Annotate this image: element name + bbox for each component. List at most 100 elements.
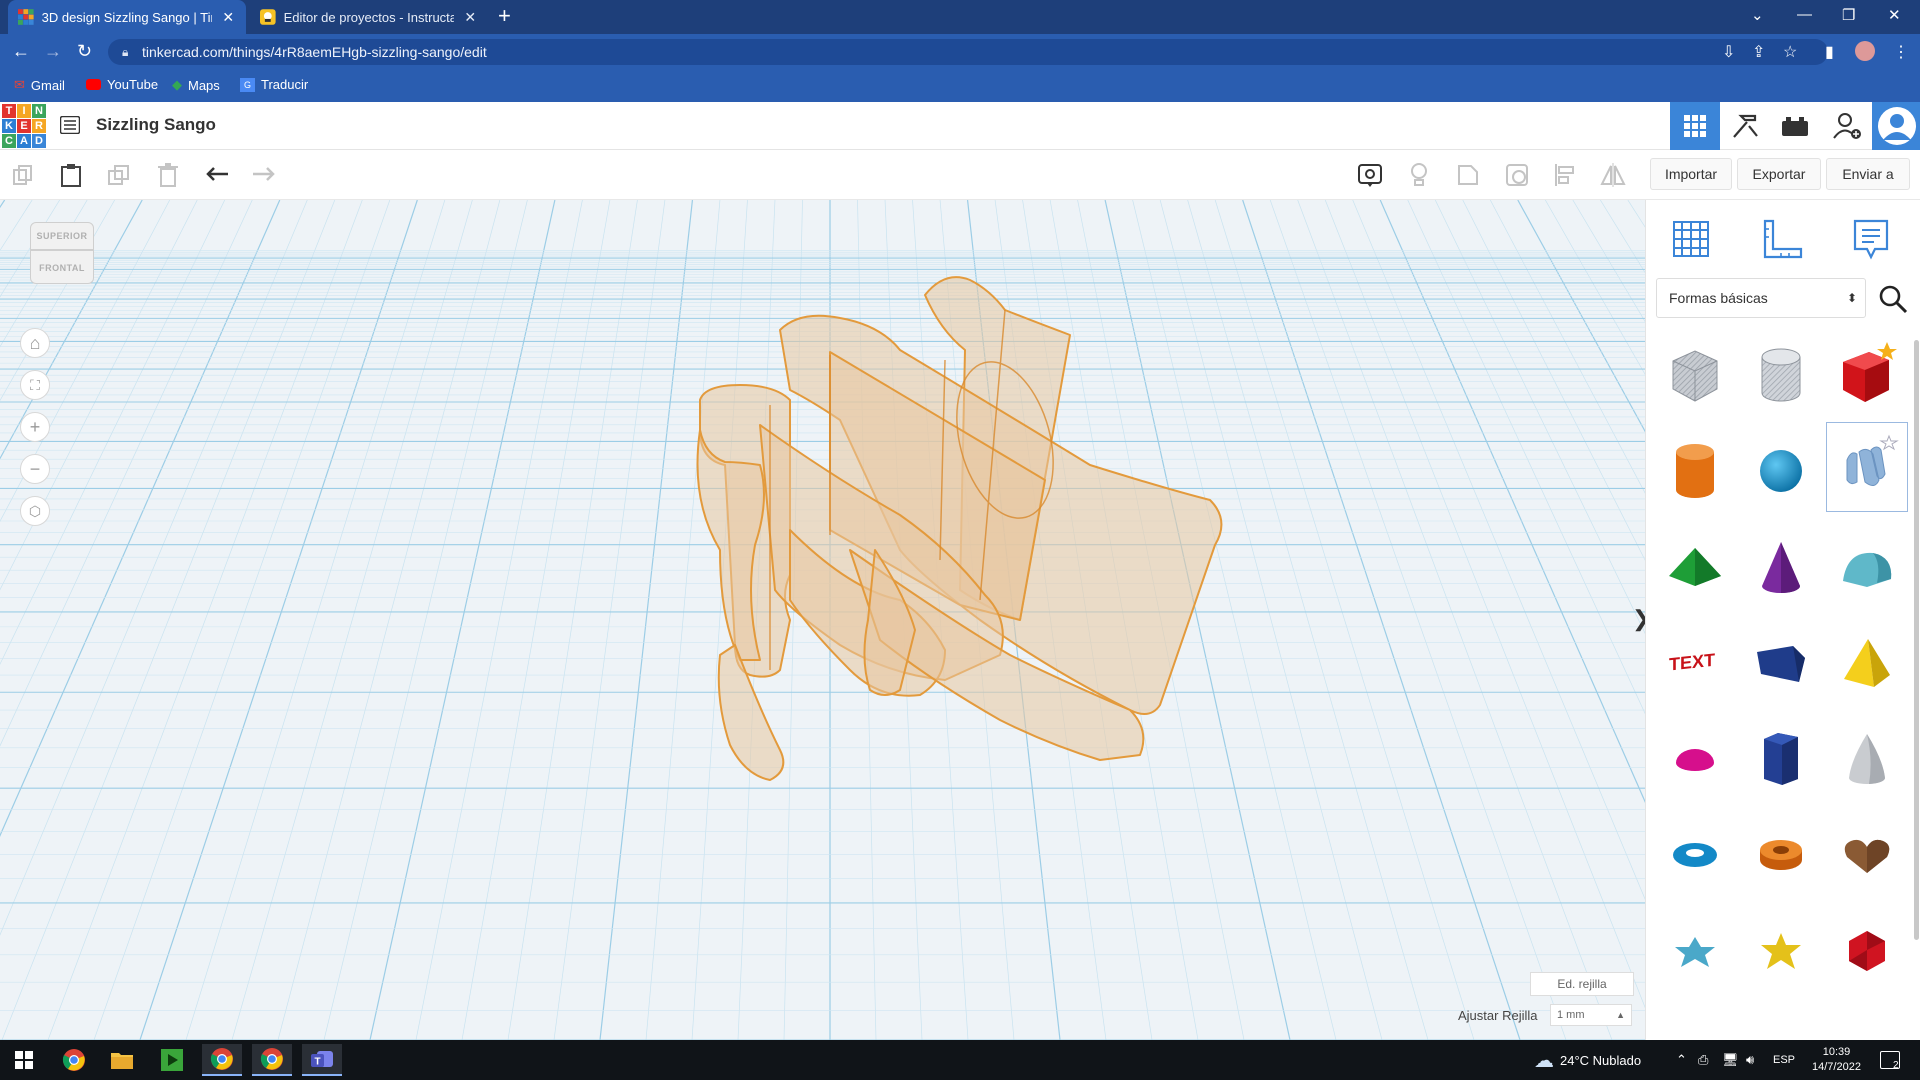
shape-round-roof[interactable] xyxy=(1826,522,1908,612)
side-panel-icon[interactable]: ▮ xyxy=(1825,42,1834,62)
notes-tool-tab[interactable] xyxy=(1846,214,1896,264)
restore-icon[interactable]: ❐ xyxy=(1842,6,1855,24)
chevron-down-icon[interactable]: ⌄ xyxy=(1751,6,1764,24)
share-icon[interactable]: ⇪ xyxy=(1752,42,1765,62)
shape-heart[interactable] xyxy=(1826,810,1908,900)
bookmark-star-icon[interactable]: ☆ xyxy=(1783,42,1797,62)
view-cube[interactable]: SUPERIOR FRONTAL xyxy=(30,222,96,302)
lightbulb-icon[interactable] xyxy=(1406,162,1432,188)
copy-icon[interactable] xyxy=(10,162,36,188)
tray-chevron-up-icon[interactable]: ⌃ xyxy=(1676,1040,1687,1080)
blocks-tools-button[interactable] xyxy=(1720,102,1770,150)
shape-magenta-half-sphere[interactable] xyxy=(1654,714,1736,804)
workplane-canvas[interactable]: SUPERIOR FRONTAL ⌂ ⛶ + − ⬡ ❯ Ed. rejilla… xyxy=(0,200,1645,1040)
tab-tinkercad[interactable]: 3D design Sizzling Sango | Tinkercad ✕ xyxy=(8,0,246,34)
chrome-app-icon[interactable] xyxy=(54,1044,94,1076)
search-icon[interactable] xyxy=(1878,284,1908,314)
bookmark-maps[interactable]: ◆ Maps xyxy=(172,77,220,93)
design-title[interactable]: Sizzling Sango xyxy=(96,115,216,135)
profile-avatar-icon[interactable] xyxy=(1855,41,1875,61)
shape-wave[interactable] xyxy=(1826,422,1908,512)
shape-blue-wedge[interactable] xyxy=(1740,618,1822,708)
install-app-icon[interactable]: ⇩ xyxy=(1722,42,1735,62)
shape-red-icosahedron[interactable] xyxy=(1826,906,1908,996)
bookmark-youtube[interactable]: YouTube xyxy=(86,77,158,92)
grid-view-button[interactable] xyxy=(1670,102,1720,150)
file-explorer-icon[interactable] xyxy=(102,1044,142,1076)
shape-text[interactable]: TEXT xyxy=(1654,618,1736,708)
bricks-button[interactable] xyxy=(1770,102,1820,150)
duplicate-icon[interactable] xyxy=(106,162,132,188)
delete-trash-icon[interactable] xyxy=(155,162,181,188)
shape-tube[interactable] xyxy=(1740,810,1822,900)
solid-shape-icon[interactable] xyxy=(1455,162,1481,188)
zoom-out-icon[interactable]: − xyxy=(20,454,50,484)
edit-grid-button[interactable]: Ed. rejilla xyxy=(1530,972,1634,996)
forward-arrow-icon[interactable]: → xyxy=(44,41,62,62)
tinkercad-logo[interactable]: TIN KER CAD xyxy=(2,104,46,148)
hole-shape-icon[interactable] xyxy=(1504,162,1530,188)
shape-blue-polygon[interactable] xyxy=(1740,714,1822,804)
mirror-icon[interactable] xyxy=(1600,162,1626,188)
workplane-tool-tab[interactable] xyxy=(1666,214,1716,264)
collapse-panel-chevron-icon[interactable]: ❯ xyxy=(1632,606,1645,632)
windows-start-icon[interactable] xyxy=(4,1044,44,1076)
shape-blue-sphere[interactable] xyxy=(1740,426,1822,516)
shape-torus[interactable] xyxy=(1654,810,1736,900)
view-cube-front[interactable]: FRONTAL xyxy=(30,250,94,284)
notes-toggle-icon[interactable] xyxy=(1357,162,1383,188)
shape-striped-box[interactable] xyxy=(1654,330,1736,420)
meet-now-icon[interactable]: ⎙ xyxy=(1698,1040,1708,1080)
reload-icon[interactable]: ↻ xyxy=(77,41,92,62)
chrome-window-icon[interactable] xyxy=(202,1044,242,1076)
view-cube-top[interactable]: SUPERIOR xyxy=(30,222,94,250)
fit-view-icon[interactable]: ⛶ xyxy=(20,370,50,400)
shape-library-select[interactable]: Formas básicas ⬍ xyxy=(1656,278,1866,318)
perspective-toggle-icon[interactable]: ⬡ xyxy=(20,496,50,526)
invite-user-button[interactable] xyxy=(1822,102,1872,150)
shapes-scrollbar[interactable] xyxy=(1914,340,1919,940)
design-shape-wave[interactable] xyxy=(0,200,1645,1040)
shape-orange-cylinder[interactable] xyxy=(1654,426,1736,516)
media-player-icon[interactable] xyxy=(152,1044,192,1076)
volume-icon[interactable]: 🔊︎ xyxy=(1746,1040,1754,1080)
design-list-icon[interactable] xyxy=(60,116,80,134)
shape-yellow-pyramid[interactable] xyxy=(1826,618,1908,708)
redo-icon[interactable] xyxy=(250,162,276,188)
minimize-icon[interactable]: — xyxy=(1797,6,1812,23)
align-icon[interactable] xyxy=(1552,162,1578,188)
clock[interactable]: 10:39 14/7/2022 xyxy=(1812,1040,1861,1080)
shape-yellow-star[interactable] xyxy=(1740,906,1822,996)
browser-menu-icon[interactable]: ⋮ xyxy=(1893,42,1909,62)
zoom-in-icon[interactable]: + xyxy=(20,412,50,442)
network-icon[interactable]: 🖥︎ xyxy=(1722,1040,1739,1080)
export-button[interactable]: Exportar xyxy=(1737,158,1821,190)
close-window-icon[interactable]: ✕ xyxy=(1888,6,1901,24)
chrome-profile-window-icon[interactable] xyxy=(252,1044,292,1076)
send-to-button[interactable]: Enviar a xyxy=(1826,158,1910,190)
close-tab-icon[interactable]: ✕ xyxy=(462,9,478,26)
shape-striped-cylinder[interactable] xyxy=(1740,330,1822,420)
home-view-icon[interactable]: ⌂ xyxy=(20,328,50,358)
shape-green-roof[interactable] xyxy=(1654,522,1736,612)
notification-center-icon[interactable]: 2 xyxy=(1880,1040,1900,1080)
bookmark-traducir[interactable]: G Traducir xyxy=(240,77,308,92)
ruler-tool-tab[interactable] xyxy=(1758,214,1808,264)
url-field[interactable]: 🔒︎ tinkercad.com/things/4rR8aemEHgb-sizz… xyxy=(108,39,1828,65)
paste-icon[interactable] xyxy=(58,162,84,188)
shape-red-box[interactable] xyxy=(1826,330,1908,420)
shape-paraboloid[interactable] xyxy=(1826,714,1908,804)
bookmark-gmail[interactable]: ✉ Gmail xyxy=(14,77,65,93)
shape-purple-cone[interactable] xyxy=(1740,522,1822,612)
teams-icon[interactable]: T xyxy=(302,1044,342,1076)
new-tab-button[interactable]: + xyxy=(498,5,511,27)
tab-instructables[interactable]: Editor de proyectos - Instructables ✕ xyxy=(250,0,488,34)
input-language[interactable]: ESP xyxy=(1773,1040,1795,1080)
shape-star[interactable] xyxy=(1654,906,1736,996)
close-tab-icon[interactable]: ✕ xyxy=(220,9,236,26)
user-account-button[interactable] xyxy=(1872,102,1920,150)
snap-grid-select[interactable]: 1 mm ▲ xyxy=(1550,1004,1632,1026)
weather-widget[interactable]: ☁ 24°C Nublado xyxy=(1534,1040,1641,1080)
back-arrow-icon[interactable]: ← xyxy=(12,41,30,62)
undo-icon[interactable] xyxy=(205,162,231,188)
